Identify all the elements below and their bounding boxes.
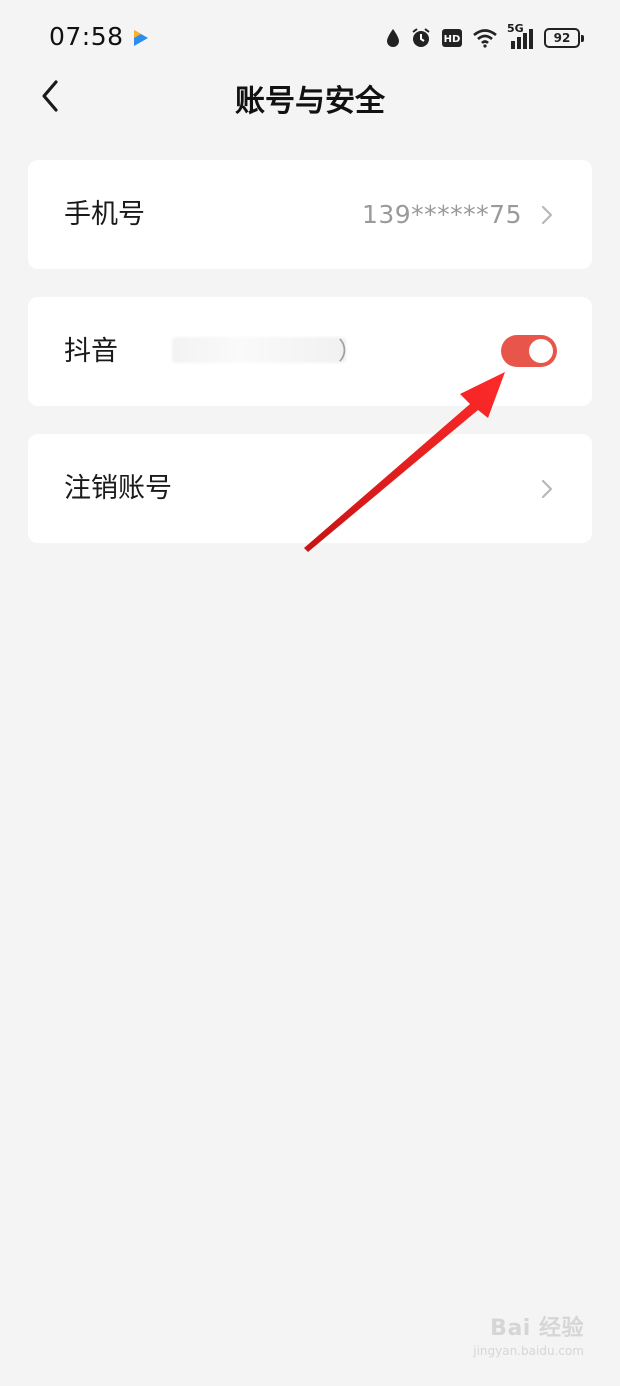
douyin-toggle[interactable] (501, 335, 557, 367)
hd-icon: HD (441, 25, 463, 51)
phone-number-value: 139******75 (361, 200, 522, 229)
page-title: 账号与安全 (235, 84, 385, 119)
douyin-row: 抖音 （ ） (28, 297, 592, 406)
redacted-account-name (172, 337, 346, 363)
network-label: 5G (507, 22, 524, 35)
svg-text:HD: HD (444, 34, 461, 45)
baidu-jingyan-watermark: Bai 经验 jingyan.baidu.com (464, 1310, 584, 1358)
cancel-account-label: 注销账号 (64, 473, 172, 504)
status-time: 07:58 (49, 22, 124, 51)
status-bar: 07:58 HD 5G 92 (0, 0, 620, 74)
douyin-label: 抖音 (64, 336, 118, 367)
water-drop-icon (385, 25, 401, 51)
watermark-logo-text: Bai 经验 (490, 1316, 584, 1341)
alarm-icon (410, 25, 432, 51)
header: 账号与安全 (0, 74, 620, 119)
signal-icon: 5G (507, 22, 535, 51)
chevron-right-icon (541, 205, 553, 225)
chevron-right-icon (541, 479, 553, 499)
status-icons: HD 5G 92 (385, 22, 584, 51)
toggle-knob (529, 339, 553, 363)
phone-number-label: 手机号 (64, 199, 145, 230)
battery-icon: 92 (544, 28, 584, 48)
cancel-account-row[interactable]: 注销账号 (28, 434, 592, 543)
wifi-icon (472, 25, 498, 51)
douyin-paren-close: ） (338, 337, 362, 365)
phone-number-row[interactable]: 手机号 139******75 (28, 160, 592, 269)
watermark-url: jingyan.baidu.com (473, 1344, 584, 1358)
app-badge-icon (130, 27, 152, 49)
